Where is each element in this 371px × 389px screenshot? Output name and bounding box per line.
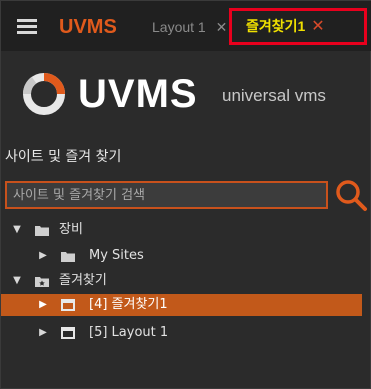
close-icon[interactable]: ✕ [216,19,228,35]
tree-node-label: 즐겨찾기 [59,273,107,288]
tree-node-label: 장비 [59,222,83,237]
tab-layout-1[interactable]: Layout 1 ✕ [152,13,227,41]
folder-icon [35,226,49,236]
tab-label: 즐겨찾기1 [246,18,306,34]
search-icon [336,180,367,211]
panel-title: 사이트 및 즐겨 찾기 [5,149,122,165]
expand-right-icon[interactable]: ▶ [37,294,49,316]
expand-right-icon[interactable]: ▶ [37,245,49,267]
tree-node-label: My Sites [89,248,144,263]
close-icon[interactable]: ✕ [311,18,324,35]
tree-node-favorites[interactable]: ▼ 즐겨찾기 [1,270,362,292]
top-bar: UVMS Layout 1 ✕ 즐겨찾기1 ✕ [1,1,371,51]
logo-ring-icon [23,73,65,115]
search-input[interactable] [5,181,328,209]
expand-right-icon[interactable]: ▶ [37,322,49,344]
expand-down-icon[interactable]: ▼ [11,219,23,241]
tab-label: Layout 1 [152,19,206,35]
layout-icon [61,299,75,311]
tree-node-label: [4] 즐겨찾기1 [89,297,168,312]
tree-node-favorite-1[interactable]: ▶ [4] 즐겨찾기1 [1,294,362,316]
tree-node-equipment[interactable]: ▼ 장비 [1,219,362,241]
favorites-folder-icon [35,277,49,287]
tree-node-favorite-2[interactable]: ▶ [5] Layout 1 [1,322,362,344]
logo-wordmark: UVMS [78,72,198,116]
logo-tagline: universal vms [222,86,326,105]
expand-down-icon[interactable]: ▼ [11,270,23,292]
tree-node-label: [5] Layout 1 [89,325,169,340]
uvms-app-window: UVMS Layout 1 ✕ 즐겨찾기1 ✕ UVMS universal v… [0,0,371,389]
search-button[interactable] [333,177,369,213]
hamburger-menu-icon[interactable] [17,19,37,35]
uvms-logo: UVMS universal vms [22,72,362,116]
tab-favorites-1[interactable]: 즐겨찾기1 ✕ [229,8,367,45]
app-title: UVMS [59,16,117,38]
tree-node-my-sites[interactable]: ▶ My Sites [1,245,362,267]
layout-icon [61,327,75,339]
folder-icon [61,252,75,262]
